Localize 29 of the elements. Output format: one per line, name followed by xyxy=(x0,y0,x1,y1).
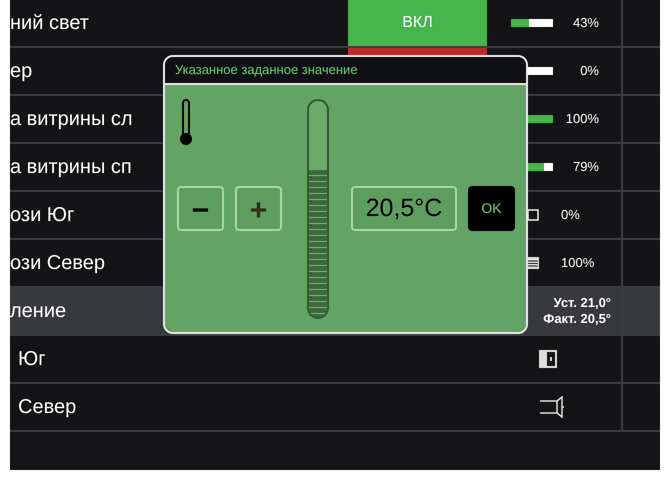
temperature-reading: Уст. 21,0° xyxy=(554,295,611,311)
table-row[interactable]: Юг xyxy=(10,336,660,384)
minus-button[interactable]: − xyxy=(177,186,224,231)
level-reading: 43% xyxy=(572,14,599,32)
row-label: а витрины сп xyxy=(10,155,132,180)
thermometer-icon xyxy=(179,99,193,147)
table-row[interactable]: ний свет ВКЛ 43% xyxy=(10,0,660,48)
row-label: Север xyxy=(18,395,76,420)
row-label: Юг xyxy=(18,347,46,372)
plus-button[interactable]: + xyxy=(235,186,282,231)
status-reading: 0% xyxy=(561,206,580,224)
door-icon xyxy=(539,396,565,418)
status-reading: 100% xyxy=(561,254,594,272)
level-reading: 100% xyxy=(566,110,599,128)
row-label: ление xyxy=(10,299,66,324)
row-label: а витрины сл xyxy=(10,107,133,132)
ok-button[interactable]: OK xyxy=(468,186,515,231)
row-label: ози Юг xyxy=(10,203,74,228)
level-reading: 79% xyxy=(572,158,599,176)
row-label: ози Север xyxy=(10,251,106,276)
window-icon xyxy=(539,350,557,368)
setpoint-value: 20,5°C xyxy=(351,186,457,231)
setpoint-slider[interactable] xyxy=(307,99,329,319)
row-label: ер xyxy=(10,59,32,84)
temperature-reading: Факт. 20,5° xyxy=(543,311,611,327)
row-label: ний свет xyxy=(10,11,89,36)
level-reading: 0% xyxy=(580,62,599,80)
dialog-title: Указанное заданное значение xyxy=(175,61,358,80)
table-row[interactable]: Север xyxy=(10,384,660,432)
